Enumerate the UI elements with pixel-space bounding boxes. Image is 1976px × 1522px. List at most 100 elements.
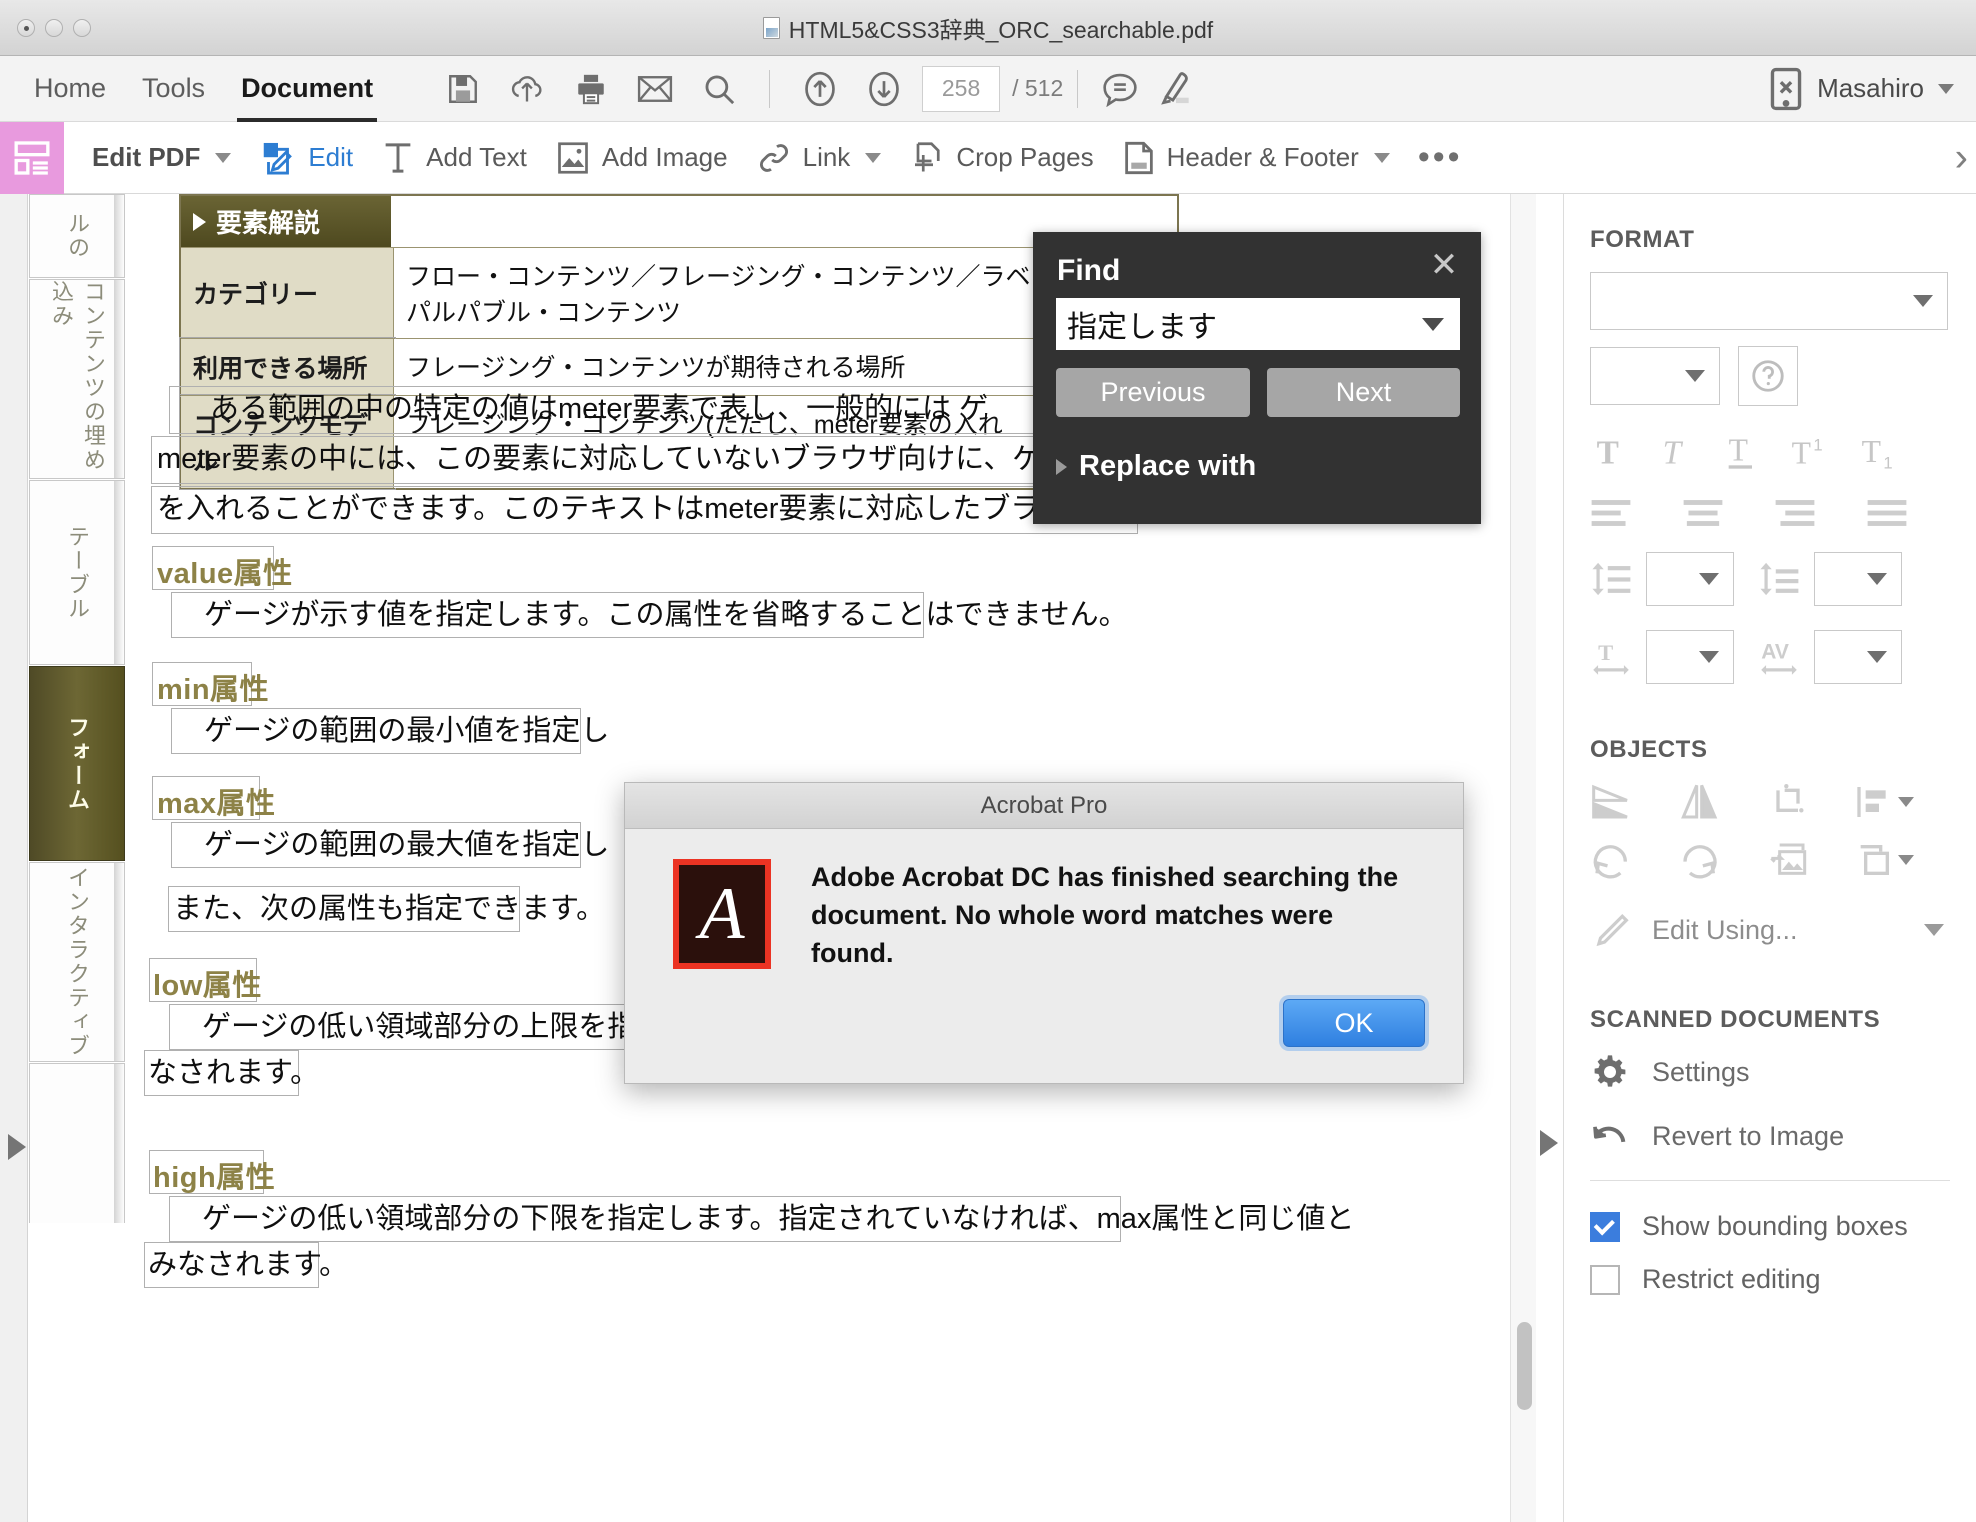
- edit-using-button[interactable]: Edit Using...: [1590, 910, 1950, 950]
- show-bounding-boxes-checkbox[interactable]: [1590, 1212, 1620, 1242]
- line-spacing-select[interactable]: [1646, 552, 1734, 606]
- chevron-down-icon[interactable]: [1867, 651, 1887, 663]
- chevron-down-icon[interactable]: [1422, 318, 1444, 331]
- show-bounding-boxes-row[interactable]: Show bounding boxes: [1590, 1211, 1950, 1242]
- rotate-counterclockwise-icon[interactable]: [1590, 840, 1634, 880]
- bold-icon[interactable]: T: [1590, 432, 1630, 472]
- close-window-button[interactable]: [17, 19, 35, 37]
- scrollbar-thumb[interactable]: [1517, 1322, 1532, 1410]
- edit-pdf-right-panel: FORMAT T T: [1563, 194, 1976, 1522]
- arrange-icon[interactable]: [1854, 840, 1914, 880]
- chevron-down-icon[interactable]: [1898, 855, 1914, 865]
- chevron-down-icon[interactable]: [1867, 573, 1887, 585]
- ok-button[interactable]: OK: [1283, 999, 1425, 1047]
- flip-horizontal-icon[interactable]: [1678, 782, 1722, 822]
- find-input-value: 指定します: [1056, 302, 1217, 346]
- print-icon[interactable]: [563, 63, 619, 115]
- chevron-down-icon[interactable]: [1924, 924, 1944, 936]
- align-left-icon[interactable]: [1590, 498, 1632, 528]
- text-style-icons: T T T T1 T1: [1590, 432, 1950, 472]
- chevron-down-icon[interactable]: [1898, 797, 1914, 807]
- chevron-down-icon[interactable]: [215, 153, 231, 163]
- minimize-window-button[interactable]: [45, 19, 63, 37]
- find-previous-button[interactable]: Previous: [1056, 368, 1250, 417]
- paragraph-spacing-select[interactable]: [1814, 552, 1902, 606]
- layout-panel-icon[interactable]: [0, 122, 64, 194]
- expand-toolbar-chevron-icon[interactable]: ›: [1955, 135, 1968, 180]
- font-family-select[interactable]: [1590, 272, 1948, 330]
- restrict-editing-checkbox[interactable]: [1590, 1265, 1620, 1295]
- page-number-input[interactable]: 258: [922, 66, 1000, 112]
- replace-with-toggle[interactable]: Replace with: [1056, 450, 1256, 483]
- format-section-title: FORMAT: [1590, 226, 1950, 254]
- align-objects-icon[interactable]: [1854, 782, 1914, 822]
- window-title-group: HTML5&CSS3辞典_ORC_searchable.pdf: [0, 0, 1976, 56]
- edit-button[interactable]: Edit: [245, 122, 367, 194]
- find-next-button[interactable]: Next: [1267, 368, 1460, 417]
- collapse-right-pane-icon[interactable]: [1540, 1130, 1558, 1156]
- maximize-window-button[interactable]: [73, 19, 91, 37]
- chevron-down-icon[interactable]: [1699, 651, 1719, 663]
- tab-shadow: [114, 481, 124, 664]
- upload-cloud-icon[interactable]: [499, 63, 555, 115]
- chevron-down-icon[interactable]: [1685, 370, 1705, 382]
- menu-home[interactable]: Home: [16, 56, 124, 122]
- mobile-device-icon[interactable]: [1769, 67, 1803, 111]
- help-icon[interactable]: [1738, 346, 1798, 406]
- close-icon[interactable]: ✕: [1427, 250, 1461, 284]
- chevron-down-icon[interactable]: [1374, 153, 1390, 163]
- email-icon[interactable]: [627, 63, 683, 115]
- revert-icon: [1590, 1116, 1630, 1156]
- user-name-label[interactable]: Masahiro: [1817, 73, 1924, 104]
- character-spacing-select[interactable]: [1814, 630, 1902, 684]
- flip-vertical-icon[interactable]: [1590, 782, 1634, 822]
- font-size-select[interactable]: [1590, 347, 1720, 405]
- scanned-settings-item[interactable]: Settings: [1590, 1052, 1950, 1092]
- replace-image-icon[interactable]: [1766, 840, 1810, 880]
- comment-icon[interactable]: [1092, 63, 1148, 115]
- crop-pages-button[interactable]: Crop Pages: [895, 122, 1107, 194]
- page-tab-label: テーブル: [61, 525, 93, 621]
- add-text-button[interactable]: Add Text: [367, 122, 541, 194]
- edit-pdf-tool-title[interactable]: Edit PDF: [64, 122, 245, 194]
- table-header: 要素解説: [181, 196, 391, 247]
- next-page-icon[interactable]: [856, 63, 912, 115]
- chevron-down-icon[interactable]: [1938, 84, 1954, 94]
- horizontal-scale-select[interactable]: [1646, 630, 1734, 684]
- menu-tools[interactable]: Tools: [124, 56, 223, 122]
- align-center-icon[interactable]: [1682, 498, 1724, 528]
- restrict-editing-row[interactable]: Restrict editing: [1590, 1264, 1950, 1295]
- search-icon[interactable]: [691, 63, 747, 115]
- expand-navigation-pane-icon[interactable]: [8, 1134, 26, 1160]
- find-input[interactable]: 指定します: [1056, 298, 1460, 350]
- header-footer-button[interactable]: Header & Footer: [1108, 122, 1404, 194]
- superscript-icon[interactable]: T1: [1788, 432, 1832, 472]
- save-icon[interactable]: [435, 63, 491, 115]
- align-right-icon[interactable]: [1774, 498, 1816, 528]
- previous-page-icon[interactable]: [792, 63, 848, 115]
- window-controls[interactable]: [17, 19, 91, 37]
- subscript-icon[interactable]: T1: [1858, 432, 1902, 472]
- add-image-button[interactable]: Add Image: [541, 122, 742, 194]
- crop-icon[interactable]: [1766, 782, 1810, 822]
- align-justify-icon[interactable]: [1866, 498, 1908, 528]
- underline-icon[interactable]: T: [1722, 432, 1762, 472]
- document-vertical-scrollbar[interactable]: [1510, 194, 1536, 1522]
- show-bounding-boxes-label: Show bounding boxes: [1642, 1211, 1908, 1242]
- more-tools-button[interactable]: •••: [1404, 122, 1477, 194]
- attribute-line: ゲージの範囲の最大値を指定し: [175, 826, 609, 865]
- rotate-clockwise-icon[interactable]: [1678, 840, 1722, 880]
- link-button[interactable]: Link: [742, 122, 896, 194]
- highlight-icon[interactable]: [1148, 63, 1204, 115]
- page-tab-label: ルの: [61, 212, 93, 260]
- chevron-down-icon[interactable]: [1913, 295, 1933, 307]
- italic-icon[interactable]: T: [1656, 432, 1696, 472]
- note-line: また、次の属性も指定できます。: [173, 890, 605, 929]
- add-text-label: Add Text: [426, 142, 527, 173]
- menu-document[interactable]: Document: [223, 56, 391, 122]
- chevron-down-icon[interactable]: [865, 153, 881, 163]
- user-menu[interactable]: Masahiro: [1769, 67, 1954, 111]
- svg-text:T: T: [1597, 435, 1619, 472]
- revert-to-image-item[interactable]: Revert to Image: [1590, 1116, 1950, 1156]
- chevron-down-icon[interactable]: [1699, 573, 1719, 585]
